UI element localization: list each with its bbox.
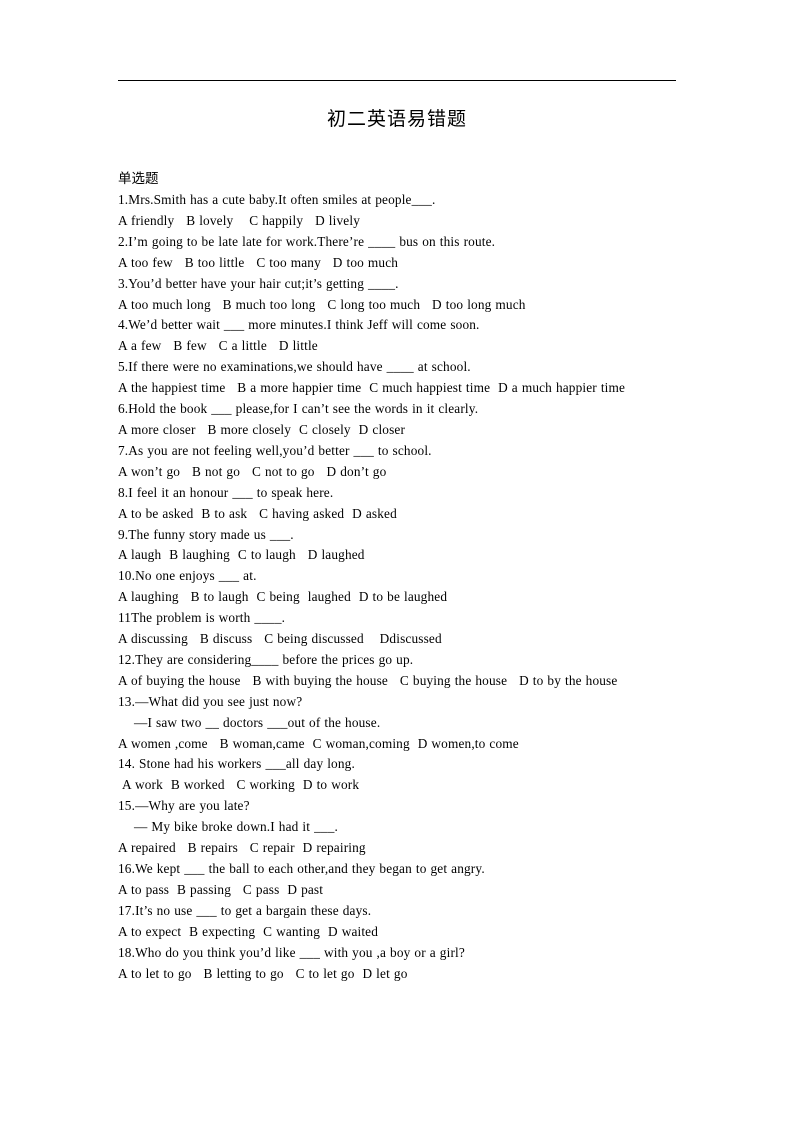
question-options: A friendly B lovely C happily D lively <box>118 212 360 228</box>
question-options: A repaired B repairs C repair D repairin… <box>118 840 366 856</box>
question-stem: 9.The funny story made us ___. <box>118 526 294 542</box>
question-options: A too much long B much too long C long t… <box>118 296 526 312</box>
question-stem: 10.No one enjoys ___ at. <box>118 568 257 584</box>
question-stem: 2.I’m going to be late late for work.The… <box>118 233 496 249</box>
question-stem: 7.As you are not feeling well,you’d bett… <box>118 442 432 458</box>
document-content: 初二英语易错题 单选题 1.Mrs.Smith has a cute baby.… <box>118 80 676 984</box>
question-list: 1.Mrs.Smith has a cute baby.It often smi… <box>118 190 676 984</box>
page-title: 初二英语易错题 <box>326 108 467 130</box>
question-options: A the happiest time B a more happier tim… <box>118 380 626 396</box>
question-options: A to be asked B to ask C having asked D … <box>118 505 397 521</box>
question-item: 4.We’d better wait ___ more minutes.I th… <box>118 315 676 357</box>
question-item: 7.As you are not feeling well,you’d bett… <box>118 441 676 483</box>
question-stem-continued: — My bike broke down.I had it ___. <box>134 819 338 835</box>
section-heading: 单选题 <box>118 171 159 187</box>
question-item: 15.—Why are you late? — My bike broke do… <box>118 796 676 859</box>
question-options: A to pass B passing C pass D past <box>118 881 324 897</box>
question-item: 18.Who do you think you’d like ___ with … <box>118 943 676 985</box>
question-stem: 12.They are considering____ before the p… <box>118 651 414 667</box>
header-divider <box>118 80 676 81</box>
question-item: 16.We kept ___ the ball to each other,an… <box>118 859 676 901</box>
question-item: 10.No one enjoys ___ at. A laughing B to… <box>118 566 676 608</box>
question-options: A a few B few C a little D little <box>118 338 318 354</box>
question-item: 12.They are considering____ before the p… <box>118 650 676 692</box>
question-item: 17.It’s no use ___ to get a bargain thes… <box>118 901 676 943</box>
question-stem: 5.If there were no examinations,we shoul… <box>118 359 471 375</box>
question-item: 2.I’m going to be late late for work.The… <box>118 232 676 274</box>
question-options: A more closer B more closely C closely D… <box>118 421 406 437</box>
question-item: 9.The funny story made us ___. A laugh B… <box>118 525 676 567</box>
question-item: 13.—What did you see just now? —I saw tw… <box>118 692 676 755</box>
question-options: A work B worked C working D to work <box>118 777 360 793</box>
question-options: A of buying the house B with buying the … <box>118 672 618 688</box>
question-stem: 18.Who do you think you’d like ___ with … <box>118 944 465 960</box>
question-options: A won’t go B not go C not to go D don’t … <box>118 463 387 479</box>
question-stem: 3.You’d better have your hair cut;it’s g… <box>118 275 399 291</box>
question-options: A discussing B discuss C being discussed… <box>118 631 442 647</box>
question-options: A women ,come B woman,came C woman,comin… <box>118 735 519 751</box>
document-page: 初二英语易错题 单选题 1.Mrs.Smith has a cute baby.… <box>0 0 793 1122</box>
question-item: 11The problem is worth ____. A discussin… <box>118 608 676 650</box>
question-item: 3.You’d better have your hair cut;it’s g… <box>118 274 676 316</box>
question-stem: 16.We kept ___ the ball to each other,an… <box>118 861 485 876</box>
question-options: A laughing B to laugh C being laughed D … <box>118 589 448 605</box>
question-stem: 13.—What did you see just now? <box>118 693 303 709</box>
question-stem: 6.Hold the book ___ please,for I can’t s… <box>118 401 479 417</box>
question-item: 1.Mrs.Smith has a cute baby.It often smi… <box>118 190 676 232</box>
question-item: 8.I feel it an honour ___ to speak here.… <box>118 483 676 525</box>
question-stem: 17.It’s no use ___ to get a bargain thes… <box>118 902 372 918</box>
question-stem: 14. Stone had his workers ___all day lon… <box>118 756 355 772</box>
question-stem: 1.Mrs.Smith has a cute baby.It often smi… <box>118 192 436 207</box>
question-options: A to let to go B letting to go C to let … <box>118 965 408 981</box>
question-stem: 11The problem is worth ____. <box>118 610 286 626</box>
question-stem: 15.—Why are you late? <box>118 798 250 814</box>
question-stem: 8.I feel it an honour ___ to speak here. <box>118 484 334 500</box>
question-item: 6.Hold the book ___ please,for I can’t s… <box>118 399 676 441</box>
question-options: A too few B too little C too many D too … <box>118 254 399 270</box>
question-item: 5.If there were no examinations,we shoul… <box>118 357 676 399</box>
question-item: 14. Stone had his workers ___all day lon… <box>118 754 676 796</box>
question-options: A laugh B laughing C to laugh D laughed <box>118 547 365 563</box>
question-stem: 4.We’d better wait ___ more minutes.I th… <box>118 317 480 333</box>
question-stem-continued: —I saw two __ doctors ___out of the hous… <box>134 714 381 730</box>
question-options: A to expect B expecting C wanting D wait… <box>118 923 379 939</box>
